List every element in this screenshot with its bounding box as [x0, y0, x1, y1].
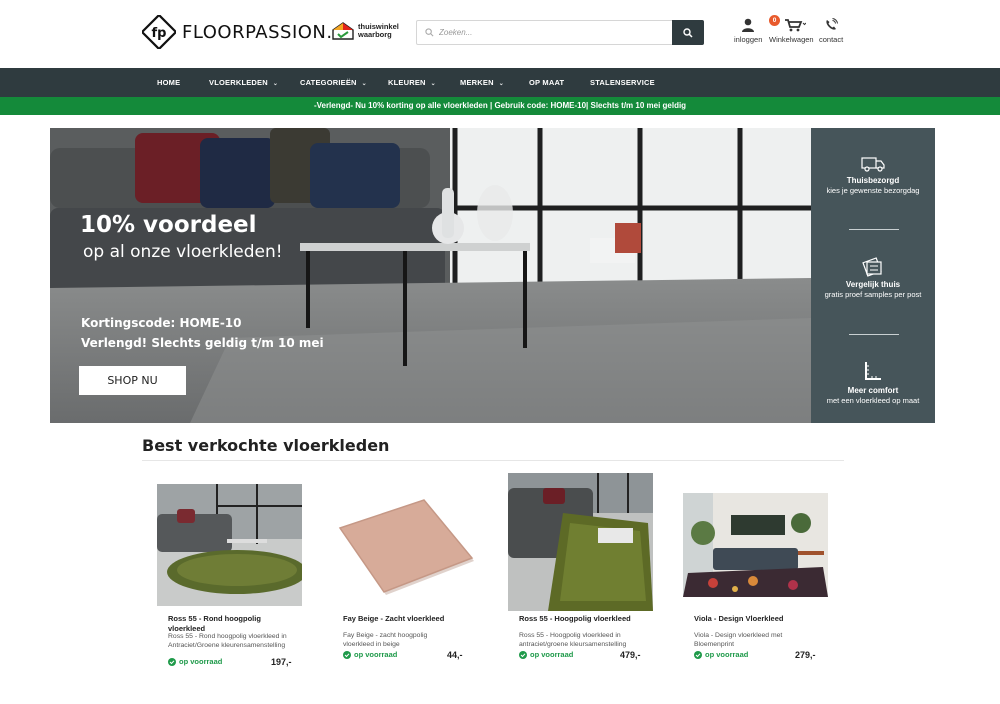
nav-item-vloerkleden[interactable]: VLOERKLEDEN ⌄ [209, 68, 278, 97]
contact-link[interactable]: contact [819, 18, 843, 44]
thuiswinkel-badge[interactable]: thuiswinkel waarborg [332, 22, 399, 40]
product-description: Viola - Design vloerkleed met Bloemenpri… [694, 632, 783, 648]
cart-link[interactable]: 0 Winkelwagen [769, 15, 814, 44]
product-description: Fay Beige - zacht hoogpolig vloerkleed i… [343, 632, 428, 648]
usp-subtitle: met een vloerkleed op maat [826, 396, 920, 405]
search-icon [683, 27, 693, 38]
hero-valid-text: Verlengd! Slechts geldig t/m 10 mei [81, 336, 324, 350]
check-circle-icon [694, 650, 702, 659]
nav-item-merken[interactable]: MERKEN ⌄ [460, 68, 504, 97]
trust-badge-line-2: waarborg [358, 30, 392, 39]
usp-panel: Thuisbezorgd kies je gewenste bezorgdag … [811, 128, 935, 423]
truck-icon [861, 157, 885, 172]
stock-status: op voorraad [519, 650, 573, 659]
promo-bar[interactable]: -Verlengd- Nu 10% korting op alle vloerk… [0, 97, 1000, 115]
usp-title: Meer comfort [847, 386, 899, 395]
nav-item-label: KLEUREN [388, 78, 426, 87]
check-circle-icon [519, 650, 527, 659]
stock-status: op voorraad [343, 650, 397, 659]
search-icon [425, 28, 434, 37]
hero-subline: op al onze vloerkleden! [83, 242, 283, 262]
product-price: 197,- [271, 657, 292, 667]
logo-icon: fp [142, 15, 176, 49]
bestsellers-title: Best verkochte vloerkleden [142, 436, 390, 455]
chevron-down-icon: ⌄ [430, 81, 436, 87]
section-divider [142, 460, 844, 461]
nav-item-label: HOME [157, 78, 181, 87]
stock-status: op voorraad [694, 650, 748, 659]
nav-item-label: OP MAAT [529, 78, 565, 87]
nav-item-categorieen[interactable]: CATEGORIEËN ⌄ [300, 68, 367, 97]
product-image[interactable] [508, 473, 653, 611]
product-description: Ross 55 - Rond hoogpolig vloerkleed in A… [168, 633, 287, 649]
svg-text:fp: fp [152, 26, 167, 41]
usp-title: Vergelijk thuis [845, 280, 901, 289]
usp-divider [849, 334, 899, 335]
nav-item-home[interactable]: HOME [157, 68, 180, 97]
stock-status: op voorraad [168, 657, 222, 666]
nav-item-label: STALENSERVICE [590, 78, 655, 87]
usp-divider [849, 229, 899, 230]
nav-item-label: VLOERKLEDEN [209, 78, 268, 87]
check-circle-icon [343, 650, 351, 659]
usp-custom-size: Meer comfort met een vloerkleed op maat [811, 360, 935, 405]
logo-text: FLOORPASSION. [182, 21, 333, 43]
nav-item-label: CATEGORIEËN [300, 78, 357, 87]
stock-label: op voorraad [705, 650, 749, 659]
usp-subtitle: kies je gewenste bezorgdag [826, 186, 920, 195]
check-circle-icon [168, 657, 176, 666]
nav-item-stalenservice[interactable]: STALENSERVICE [590, 68, 655, 97]
shop-now-button[interactable]: SHOP NU [79, 366, 186, 395]
house-check-icon [332, 22, 354, 40]
hero-headline: 10% voordeel [80, 212, 257, 238]
nav-item-kleuren[interactable]: KLEUREN ⌄ [388, 68, 436, 97]
stock-label: op voorraad [354, 650, 398, 659]
nav-item-op-maat[interactable]: OP MAAT [529, 68, 564, 97]
product-price: 279,- [795, 650, 816, 660]
cart-label: Winkelwagen [769, 35, 814, 44]
search-input[interactable] [417, 21, 672, 44]
site-header: fp FLOORPASSION. thuiswinkel waarborg Zo… [0, 0, 1000, 68]
cart-count-badge: 0 [769, 15, 780, 26]
search-button[interactable] [672, 20, 704, 45]
hero-banner[interactable]: 10% voordeel op al onze vloerkleden! Kor… [50, 128, 935, 423]
product-image[interactable] [157, 484, 302, 606]
product-name[interactable]: Ross 55 - Rond hoogpolig vloerkleed [168, 614, 298, 634]
contact-label: contact [819, 35, 844, 44]
swatches-icon [862, 257, 882, 277]
stock-label: op voorraad [179, 657, 223, 666]
usp-delivery: Thuisbezorgd kies je gewenste bezorgdag [811, 156, 935, 195]
chevron-down-icon: ⌄ [498, 81, 504, 87]
chevron-down-icon: ⌄ [361, 81, 367, 87]
product-price: 479,- [620, 650, 641, 660]
product-price: 44,- [447, 650, 463, 660]
search-bar [416, 20, 704, 45]
product-name[interactable]: Ross 55 - Hoogpolig vloerkleed [519, 614, 649, 624]
login-label: inloggen [734, 35, 763, 44]
product-image[interactable] [332, 496, 477, 598]
product-name[interactable]: Fay Beige - Zacht vloerkleed [343, 614, 473, 624]
cart-icon [785, 19, 807, 32]
product-name[interactable]: Viola - Design Vloerkleed [694, 614, 824, 624]
chevron-down-icon: ⌄ [272, 81, 279, 87]
main-nav: HOME VLOERKLEDEN ⌄ CATEGORIEËN ⌄ KLEUREN ⌄ … [0, 68, 1000, 97]
user-icon [742, 18, 755, 32]
usp-samples: Vergelijk thuis gratis proef samples per… [811, 257, 935, 299]
site-logo[interactable]: fp FLOORPASSION. [142, 15, 333, 49]
usp-title: Thuisbezorgd [846, 176, 900, 185]
product-image[interactable] [683, 493, 828, 597]
stock-label: op voorraad [530, 650, 574, 659]
nav-item-label: MERKEN [460, 78, 494, 87]
usp-subtitle: gratis proef samples per post [824, 290, 922, 299]
phone-icon [826, 18, 839, 30]
product-description: Ross 55 - Hoogpolig vloerkleed in antrac… [519, 632, 627, 648]
login-link[interactable]: inloggen [734, 18, 762, 44]
hero-discount-code: Kortingscode: HOME-10 [81, 316, 242, 330]
ruler-icon [865, 362, 881, 380]
